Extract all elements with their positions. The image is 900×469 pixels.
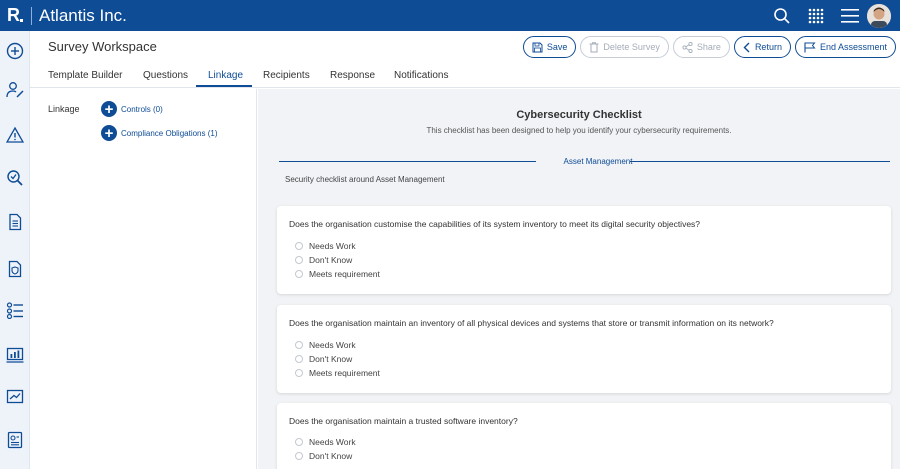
option-label: Needs Work bbox=[309, 437, 356, 447]
section-divider-right bbox=[630, 161, 890, 162]
checklist-icon[interactable] bbox=[5, 300, 25, 320]
option-dont-know[interactable]: Don't Know bbox=[295, 354, 352, 364]
end-assessment-label: End Assessment bbox=[819, 42, 887, 52]
user-avatar[interactable] bbox=[867, 3, 891, 28]
option-needs-work[interactable]: Needs Work bbox=[295, 437, 356, 447]
question-text: Does the organisation maintain an invent… bbox=[289, 318, 774, 328]
option-dont-know[interactable]: Don't Know bbox=[295, 451, 352, 461]
share-icon bbox=[682, 41, 693, 53]
checklist-preview: Cybersecurity Checklist This checklist h… bbox=[258, 89, 900, 469]
apps-grid-icon[interactable] bbox=[799, 0, 833, 31]
add-circle-icon[interactable] bbox=[5, 41, 25, 61]
option-dont-know[interactable]: Don't Know bbox=[295, 255, 352, 265]
report-icon[interactable] bbox=[5, 430, 25, 450]
app-logo[interactable]: R bbox=[0, 0, 27, 31]
radio-button[interactable] bbox=[295, 355, 303, 363]
option-label: Needs Work bbox=[309, 241, 356, 251]
analytics-icon[interactable] bbox=[5, 345, 25, 365]
tab-template-builder[interactable]: Template Builder bbox=[48, 70, 122, 81]
page-title: Survey Workspace bbox=[48, 39, 157, 54]
option-label: Don't Know bbox=[309, 451, 353, 461]
question-text: Does the organisation maintain a trusted… bbox=[289, 416, 518, 426]
question-card: Does the organisation customise the capa… bbox=[277, 206, 891, 294]
active-tab-indicator bbox=[196, 85, 252, 87]
delete-survey-label: Delete Survey bbox=[603, 42, 660, 52]
trash-icon bbox=[589, 41, 599, 52]
header-actions: Save Delete Survey Share Return End Asse… bbox=[522, 36, 896, 58]
controls-label[interactable]: Controls (0) bbox=[121, 105, 163, 114]
plus-icon[interactable]: + bbox=[101, 125, 117, 141]
search-icon[interactable] bbox=[765, 0, 799, 31]
shield-document-icon[interactable] bbox=[5, 259, 25, 279]
controls-link[interactable]: + Controls (0) bbox=[101, 101, 163, 117]
option-needs-work[interactable]: Needs Work bbox=[295, 340, 356, 350]
tab-recipients[interactable]: Recipients bbox=[263, 70, 310, 81]
section-description: Security checklist around Asset Manageme… bbox=[285, 175, 445, 184]
share-button[interactable]: Share bbox=[672, 36, 730, 58]
question-text: Does the organisation customise the capa… bbox=[289, 219, 701, 229]
return-label: Return bbox=[754, 42, 782, 52]
checklist-title: Cybersecurity Checklist bbox=[516, 109, 642, 121]
top-bar: R Atlantis Inc. bbox=[0, 0, 900, 31]
tab-response[interactable]: Response bbox=[330, 70, 375, 81]
radio-button[interactable] bbox=[295, 256, 303, 264]
radio-button[interactable] bbox=[295, 438, 303, 446]
compliance-obligations-label[interactable]: Compliance Obligations (1) bbox=[121, 129, 218, 138]
tab-questions[interactable]: Questions bbox=[143, 70, 188, 81]
page-header: Survey Workspace Save Delete Survey Shar… bbox=[30, 31, 900, 65]
tab-linkage[interactable]: Linkage bbox=[208, 70, 243, 81]
delete-survey-button[interactable]: Delete Survey bbox=[580, 36, 669, 58]
plus-icon[interactable]: + bbox=[101, 101, 117, 117]
user-edit-icon[interactable] bbox=[5, 80, 25, 100]
save-button[interactable]: Save bbox=[522, 36, 577, 58]
radio-button[interactable] bbox=[295, 369, 303, 377]
share-label: Share bbox=[696, 42, 721, 52]
radio-button[interactable] bbox=[295, 242, 303, 250]
option-label: Don't Know bbox=[309, 354, 353, 364]
trend-chart-icon[interactable] bbox=[5, 387, 25, 407]
end-assessment-button[interactable]: End Assessment bbox=[794, 36, 896, 58]
menu-icon[interactable] bbox=[833, 0, 867, 31]
document-icon[interactable] bbox=[5, 212, 25, 232]
return-button[interactable]: Return bbox=[733, 36, 791, 58]
linkage-panel: Linkage + Controls (0) + Compliance Obli… bbox=[30, 89, 257, 469]
option-label: Meets requirement bbox=[309, 368, 380, 378]
sidebar bbox=[0, 31, 30, 469]
tab-bar: Template Builder Questions Linkage Recip… bbox=[30, 65, 900, 88]
warning-icon[interactable] bbox=[5, 125, 25, 145]
app-title: Atlantis Inc. bbox=[39, 5, 127, 25]
logo-divider bbox=[31, 6, 32, 25]
option-meets-requirement[interactable]: Meets requirement bbox=[295, 269, 380, 279]
option-meets-requirement[interactable]: Meets requirement bbox=[295, 368, 380, 378]
compliance-obligations-link[interactable]: + Compliance Obligations (1) bbox=[101, 125, 218, 141]
question-card: Does the organisation maintain an invent… bbox=[277, 305, 891, 393]
tab-notifications[interactable]: Notifications bbox=[394, 70, 448, 81]
option-needs-work[interactable]: Needs Work bbox=[295, 241, 356, 251]
radio-button[interactable] bbox=[295, 341, 303, 349]
save-label: Save bbox=[546, 42, 568, 52]
linkage-label: Linkage bbox=[48, 104, 80, 114]
search-check-icon[interactable] bbox=[5, 168, 25, 188]
chevron-left-icon bbox=[743, 42, 750, 52]
save-icon bbox=[532, 42, 543, 52]
option-label: Needs Work bbox=[309, 340, 356, 350]
option-label: Don't Know bbox=[309, 255, 353, 265]
option-label: Meets requirement bbox=[309, 269, 380, 279]
radio-button[interactable] bbox=[295, 452, 303, 460]
checklist-description: This checklist has been designed to help… bbox=[426, 126, 732, 135]
flag-icon bbox=[804, 42, 816, 52]
radio-button[interactable] bbox=[295, 270, 303, 278]
question-card: Does the organisation maintain a trusted… bbox=[277, 403, 891, 469]
